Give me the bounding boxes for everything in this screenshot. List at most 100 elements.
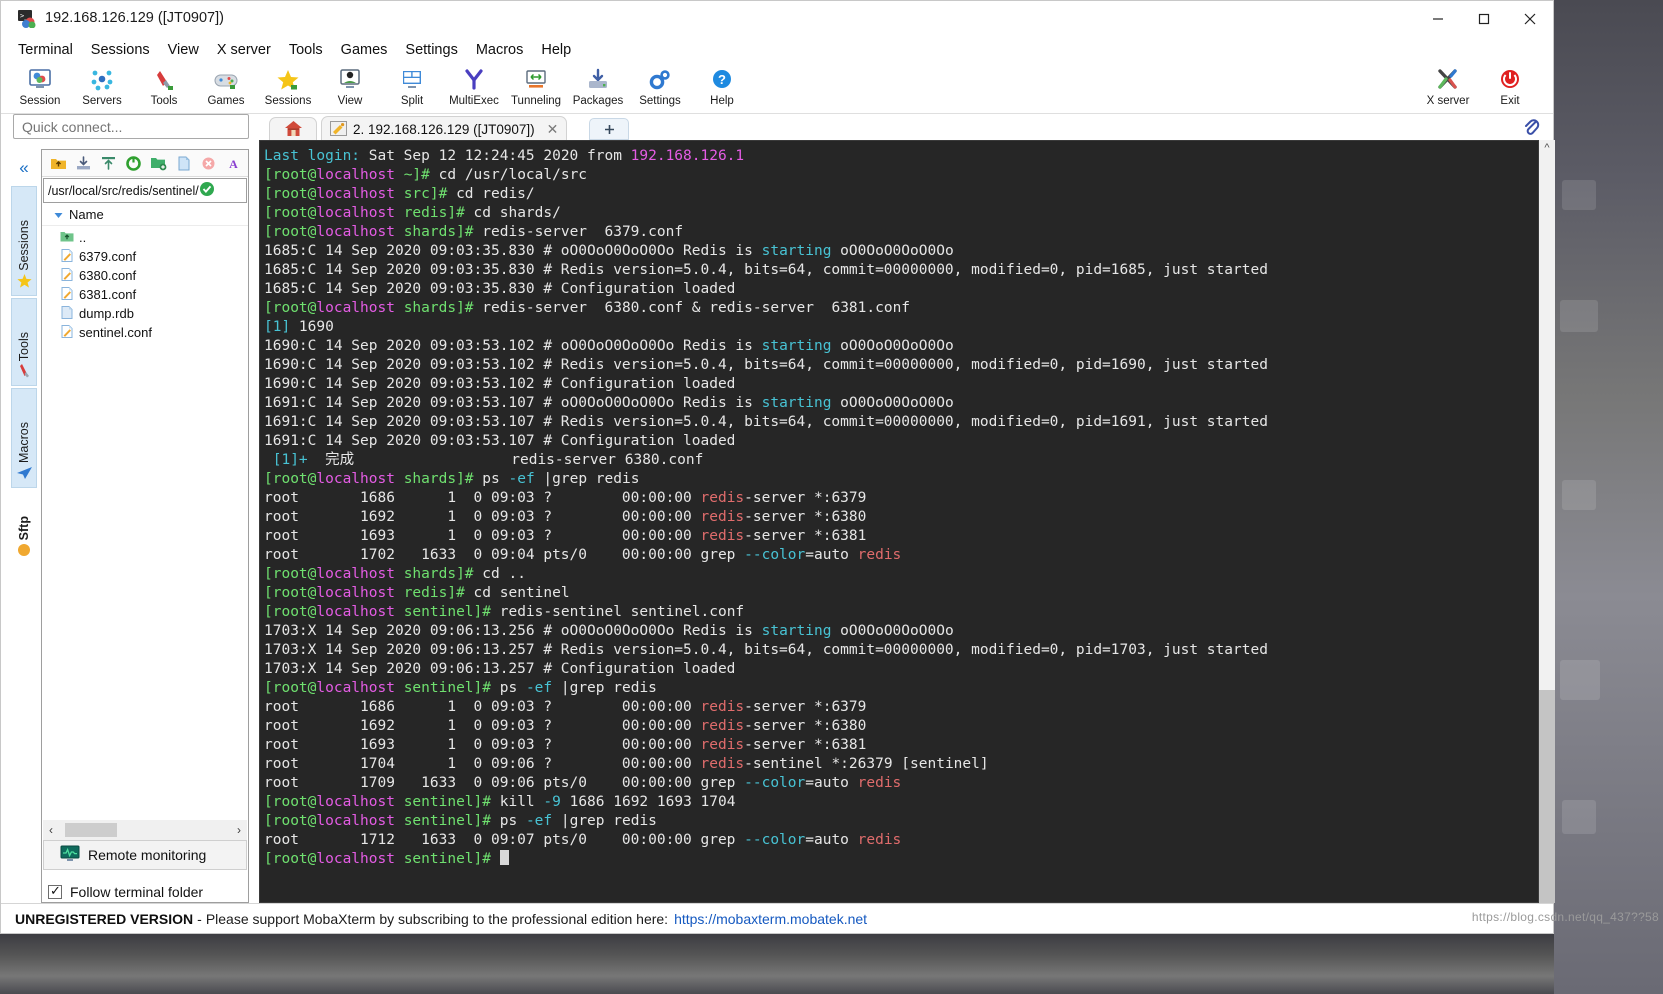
x-server-icon <box>1435 66 1461 94</box>
home-tab[interactable] <box>269 117 317 142</box>
session-tab-active[interactable]: 2. 192.168.126.129 ([JT0907]) ✕ <box>321 116 568 142</box>
scrollbar-thumb[interactable] <box>65 823 117 837</box>
session-icon <box>27 66 53 94</box>
ribbon-tab-sessions[interactable]: Sessions <box>11 186 37 296</box>
chevron-up-icon[interactable]: ^ <box>1539 140 1555 157</box>
mobaxterm-link[interactable]: https://mobaxterm.mobatek.net <box>674 911 867 927</box>
file-browser-list[interactable]: .. 6379.conf 6380.conf 6381.conf dump.rd… <box>42 228 248 812</box>
list-item[interactable]: 6379.conf <box>42 247 248 266</box>
toolbar-games-button[interactable]: Games <box>195 62 257 114</box>
toolbar-servers-button[interactable]: Servers <box>71 62 133 114</box>
monitor-graph-icon <box>60 845 80 865</box>
ribbon-tab-macros[interactable]: Macros <box>11 388 37 488</box>
toolbar-sessions-button[interactable]: Sessions <box>257 62 319 114</box>
scroll-right-arrow[interactable]: › <box>231 823 247 837</box>
help-icon: ? <box>709 66 735 94</box>
upload-icon[interactable] <box>96 152 121 175</box>
delete-icon[interactable] <box>196 152 221 175</box>
conf-file-icon <box>60 286 74 303</box>
maximize-button[interactable] <box>1461 1 1507 37</box>
menu-settings[interactable]: Settings <box>396 39 466 61</box>
refresh-icon[interactable] <box>121 152 146 175</box>
window-title: 192.168.126.129 ([JT0907]) <box>45 10 224 26</box>
list-item-name: dump.rdb <box>79 306 134 321</box>
menu-view[interactable]: View <box>159 39 208 61</box>
terminal-line: [1] 1690 <box>264 319 334 335</box>
double-chevron-left-icon[interactable]: « <box>11 156 37 182</box>
list-item-name: 6379.conf <box>79 249 137 264</box>
follow-terminal-folder-row[interactable]: Follow terminal folder <box>48 883 204 900</box>
quick-connect-input[interactable] <box>13 114 249 139</box>
terminal-scrollbar-thumb[interactable] <box>1539 690 1555 903</box>
terminal-line: root 1692 1 0 09:03 ? 00:00:00 redis-ser… <box>264 509 867 525</box>
toolbar-packages-button[interactable]: Packages <box>567 62 629 114</box>
ribbon-tab-sftp[interactable]: Sftp <box>11 494 37 560</box>
menu-terminal[interactable]: Terminal <box>9 39 82 61</box>
text-mode-icon[interactable]: A <box>221 152 246 175</box>
folder-up-icon[interactable] <box>46 152 71 175</box>
list-item[interactable]: 6380.conf <box>42 266 248 285</box>
menu-bar: Terminal Sessions View X server Tools Ga… <box>1 37 1553 62</box>
ribbon-tab-tools[interactable]: Tools <box>11 298 37 386</box>
toolbar-view-label: View <box>337 95 363 107</box>
menu-tools[interactable]: Tools <box>280 39 332 61</box>
terminal-line: [root@localhost shards]# redis-server 63… <box>264 300 911 316</box>
multiexec-icon <box>461 66 487 94</box>
file-browser-column-header[interactable]: Name <box>42 204 248 226</box>
ribbon-tab-sessions-label: Sessions <box>17 220 31 271</box>
terminal-line: [root@localhost src]# cd redis/ <box>264 186 535 202</box>
terminal-line: root 1704 1 0 09:06 ? 00:00:00 redis-sen… <box>264 756 989 772</box>
scroll-left-arrow[interactable]: ‹ <box>43 823 59 837</box>
new-folder-icon[interactable] <box>146 152 171 175</box>
list-item[interactable]: dump.rdb <box>42 304 248 323</box>
close-icon[interactable]: ✕ <box>547 121 559 138</box>
paperclip-icon[interactable] <box>1523 117 1541 140</box>
toolbar-exit-button[interactable]: Exit <box>1479 62 1541 114</box>
menu-sessions[interactable]: Sessions <box>82 39 159 61</box>
file-browser-path-bar[interactable]: /usr/local/src/redis/sentinel/ <box>43 178 247 203</box>
desktop-background-bottom <box>0 934 1554 994</box>
menu-macros[interactable]: Macros <box>467 39 533 61</box>
toolbar-x-server-button[interactable]: X server <box>1417 62 1479 114</box>
toolbar-settings-button[interactable]: Settings <box>629 62 691 114</box>
toolbar-help-button[interactable]: ? Help <box>691 62 753 114</box>
terminal-line: [root@localhost shards]# redis-server 63… <box>264 224 684 240</box>
toolbar-split-button[interactable]: Split <box>381 62 443 114</box>
toolbar-tools-button[interactable]: Tools <box>133 62 195 114</box>
list-item[interactable]: 6381.conf <box>42 285 248 304</box>
download-icon[interactable] <box>71 152 96 175</box>
new-tab-button[interactable] <box>589 118 629 140</box>
ribbon-tab-sftp-label: Sftp <box>17 515 31 540</box>
mobaxterm-icon: >_ <box>18 10 37 29</box>
toolbar-view-button[interactable]: View <box>319 62 381 114</box>
terminal-line: root 1702 1633 0 09:04 pts/0 00:00:00 gr… <box>264 547 902 563</box>
menu-help[interactable]: Help <box>532 39 580 61</box>
terminal-area[interactable]: Last login: Sat Sep 12 12:24:45 2020 fro… <box>259 140 1539 903</box>
follow-terminal-folder-label: Follow terminal folder <box>70 884 204 900</box>
remote-monitoring-button[interactable]: Remote monitoring <box>43 840 247 870</box>
terminal-line: [1]+ 完成 redis-server 6380.conf <box>264 452 704 468</box>
toolbar-multiexec-button[interactable]: MultiExec <box>443 62 505 114</box>
list-item-name: sentinel.conf <box>79 325 152 340</box>
terminal-line: root 1686 1 0 09:03 ? 00:00:00 redis-ser… <box>264 699 867 715</box>
sessions-star-icon <box>275 66 301 94</box>
terminal-line: [root@localhost sentinel]# redis-sentine… <box>264 604 745 620</box>
new-file-icon[interactable] <box>171 152 196 175</box>
close-button[interactable] <box>1507 1 1553 37</box>
unregistered-badge: UNREGISTERED VERSION <box>15 910 194 927</box>
toolbar-x-server-label: X server <box>1426 95 1470 107</box>
svg-text:A: A <box>229 157 238 171</box>
status-dash: - <box>197 910 202 927</box>
minimize-button[interactable] <box>1415 1 1461 37</box>
follow-terminal-folder-checkbox[interactable] <box>48 883 62 899</box>
menu-games[interactable]: Games <box>332 39 397 61</box>
session-tab-bar: 2. 192.168.126.129 ([JT0907]) ✕ <box>259 114 1553 142</box>
terminal-scrollbar[interactable]: ^ <box>1539 140 1555 903</box>
file-browser-horizontal-scrollbar[interactable]: ‹ › <box>43 820 247 840</box>
list-item[interactable]: sentinel.conf <box>42 323 248 342</box>
toolbar-session-button[interactable]: Session <box>9 62 71 114</box>
terminal-line: root 1692 1 0 09:03 ? 00:00:00 redis-ser… <box>264 718 867 734</box>
menu-x-server[interactable]: X server <box>208 39 280 61</box>
toolbar-tunneling-button[interactable]: Tunneling <box>505 62 567 114</box>
list-item[interactable]: .. <box>42 228 248 247</box>
